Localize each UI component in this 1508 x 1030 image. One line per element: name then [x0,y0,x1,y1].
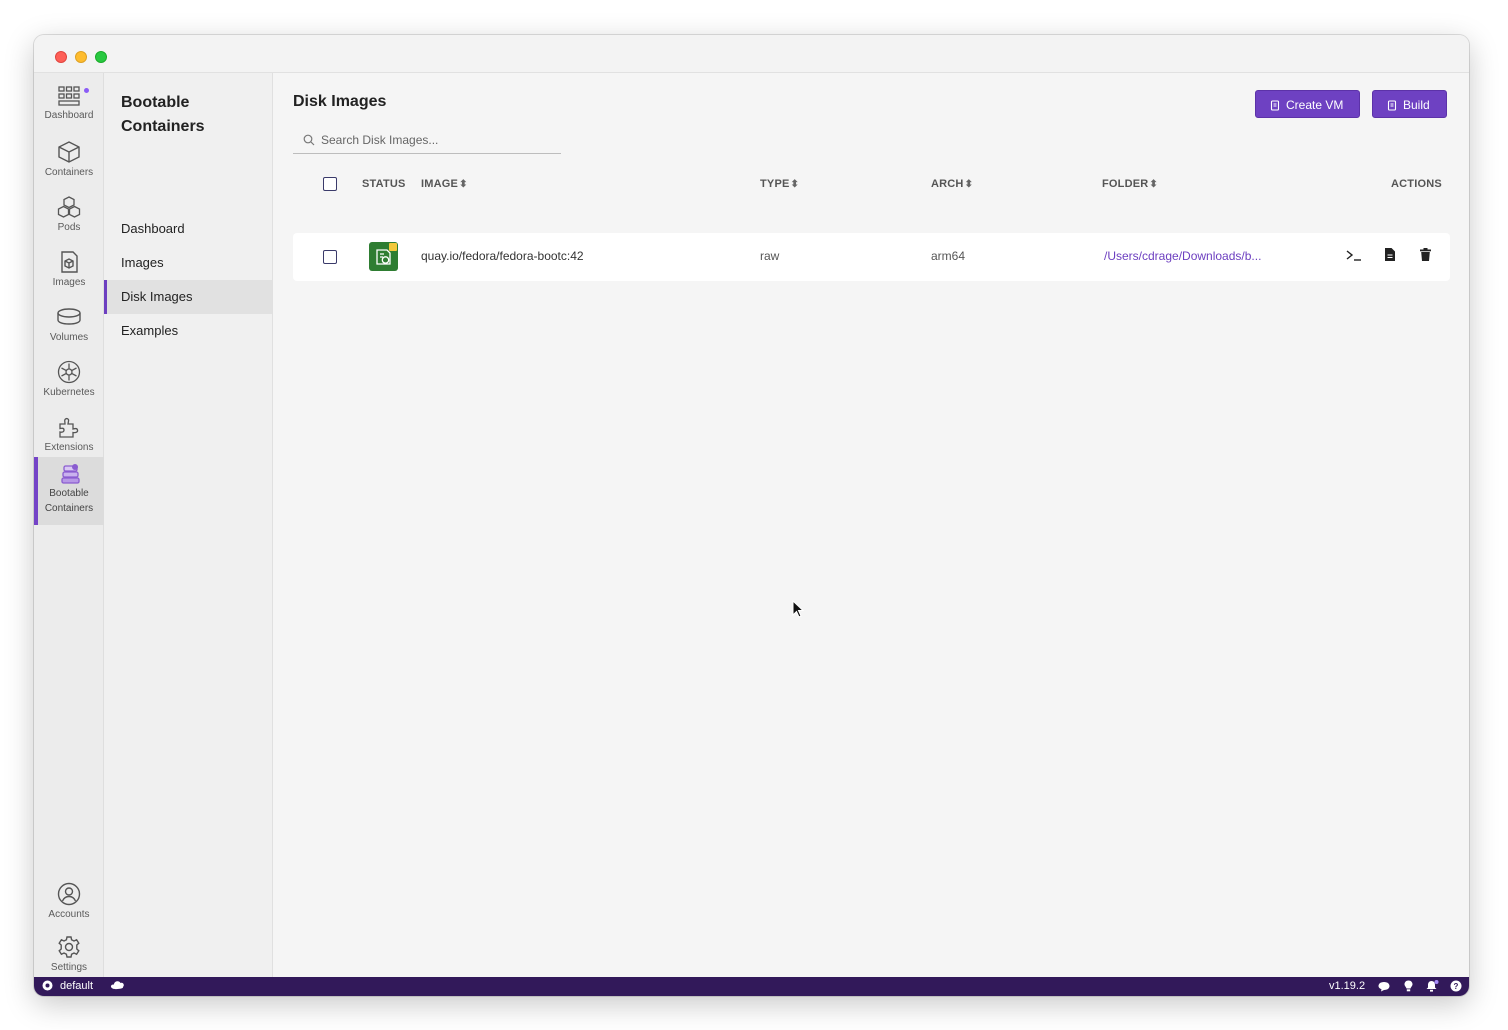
table-header: STATUS IMAGE⬍ TYPE⬍ ARCH⬍ FOLDER⬍ ACTION… [293,173,1449,195]
nav-label: Bootable Containers [44,488,94,514]
title-bar [34,35,1469,73]
column-actions: ACTIONS [1391,178,1442,190]
nav-containers[interactable]: Containers [34,134,104,188]
minimize-window-button[interactable] [75,51,87,63]
nav-label: Extensions [44,442,94,453]
app-version[interactable]: v1.19.2 [1329,980,1365,992]
build-button[interactable]: Build [1372,90,1447,118]
nav-label: Kubernetes [43,387,95,398]
column-status: STATUS [362,178,406,190]
search-bar [293,126,561,154]
notifications-icon[interactable] [1426,980,1439,995]
search-icon [303,134,315,146]
extensions-icon [59,417,79,438]
create-vm-button[interactable]: Create VM [1255,90,1361,118]
create-vm-icon [1270,100,1280,111]
kubernetes-context[interactable]: default [60,980,93,992]
subnav-item-dashboard[interactable]: Dashboard [104,212,272,246]
svg-text:?: ? [1454,982,1459,991]
containers-icon [58,141,80,163]
subnav-item-images[interactable]: Images [104,246,272,280]
column-folder-header[interactable]: FOLDER⬍ [1102,178,1158,190]
context-icon [42,980,53,994]
notification-dot [84,88,89,93]
nav-volumes[interactable]: Volumes [34,299,104,353]
help-icon[interactable]: ? [1450,980,1462,995]
column-image: IMAGE [421,178,459,190]
page-title: Disk Images [293,93,387,110]
sort-icon: ⬍ [964,179,974,190]
kubernetes-icon [57,360,81,384]
nav-label: Volumes [49,332,89,343]
nav-accounts[interactable]: Accounts [34,876,104,930]
file-icon [1385,248,1395,261]
status-bar: default v1.19.2 ? [34,977,1469,996]
bootable-containers-icon [61,464,80,484]
logs-action-button[interactable] [1385,248,1395,264]
column-folder: FOLDER [1102,178,1149,190]
nav-images[interactable]: Images [34,244,104,298]
sort-icon: ⬍ [790,179,800,190]
sub-navigation: Bootable Containers Dashboard Images Dis… [104,73,273,977]
pods-icon [57,196,81,218]
nav-label: Dashboard [44,110,94,121]
nav-dashboard[interactable]: Dashboard [34,79,104,133]
main-content: Disk Images Create VM Build STATUS IMAGE… [273,73,1469,977]
nav-label: Settings [50,962,88,973]
volumes-icon [57,308,81,325]
image-arch: arm64 [931,249,966,263]
new-badge-icon [389,243,397,251]
mouse-cursor-icon [792,600,804,618]
terminal-icon [1346,250,1361,261]
build-label: Build [1403,98,1430,112]
nav-label: Pods [57,222,81,233]
nav-kubernetes[interactable]: Kubernetes [34,354,104,408]
accounts-icon [57,882,81,906]
tips-icon[interactable] [1404,980,1413,995]
image-type: raw [760,249,780,263]
column-arch: ARCH [931,178,964,190]
subnav-title: Bootable Containers [121,94,205,135]
subnav-item-examples[interactable]: Examples [104,314,272,348]
settings-icon [58,936,80,958]
close-window-button[interactable] [55,51,67,63]
nav-extensions[interactable]: Extensions [34,409,104,463]
nav-settings[interactable]: Settings [34,929,104,983]
nav-label: Images [52,277,86,288]
delete-action-button[interactable] [1420,248,1431,264]
images-icon [61,251,78,273]
folder-link[interactable]: /Users/cdrage/Downloads/b... [1104,249,1261,263]
column-type: TYPE [760,178,790,190]
terminal-action-button[interactable] [1346,248,1362,265]
nav-label: Accounts [48,909,90,920]
create-vm-label: Create VM [1286,98,1344,112]
column-image-header[interactable]: IMAGE⬍ [421,178,468,190]
nav-pods[interactable]: Pods [34,189,104,243]
dashboard-icon [58,86,80,106]
sort-icon: ⬍ [1149,179,1159,190]
search-input[interactable] [321,129,551,151]
main-navigation: Dashboard Containers Pods Images Volumes… [34,73,104,977]
image-name: quay.io/fedora/fedora-bootc:42 [421,249,584,263]
trash-icon [1420,248,1431,261]
feedback-icon[interactable] [1378,981,1390,995]
zoom-window-button[interactable] [95,51,107,63]
sort-icon: ⬍ [459,179,468,190]
provider-icon[interactable] [110,979,126,994]
build-icon [1387,100,1397,111]
row-checkbox[interactable] [323,250,337,264]
app-window: Dashboard Containers Pods Images Volumes… [34,35,1469,996]
table-row[interactable]: quay.io/fedora/fedora-bootc:42 raw arm64… [293,233,1450,281]
subnav-item-disk-images[interactable]: Disk Images [104,280,272,314]
column-arch-header[interactable]: ARCH⬍ [931,178,973,190]
nav-bootable-containers[interactable]: Bootable Containers [34,457,104,525]
select-all-checkbox[interactable] [323,177,337,191]
nav-label: Containers [44,167,94,178]
disk-image-status-icon [369,242,398,271]
column-type-header[interactable]: TYPE⬍ [760,178,799,190]
